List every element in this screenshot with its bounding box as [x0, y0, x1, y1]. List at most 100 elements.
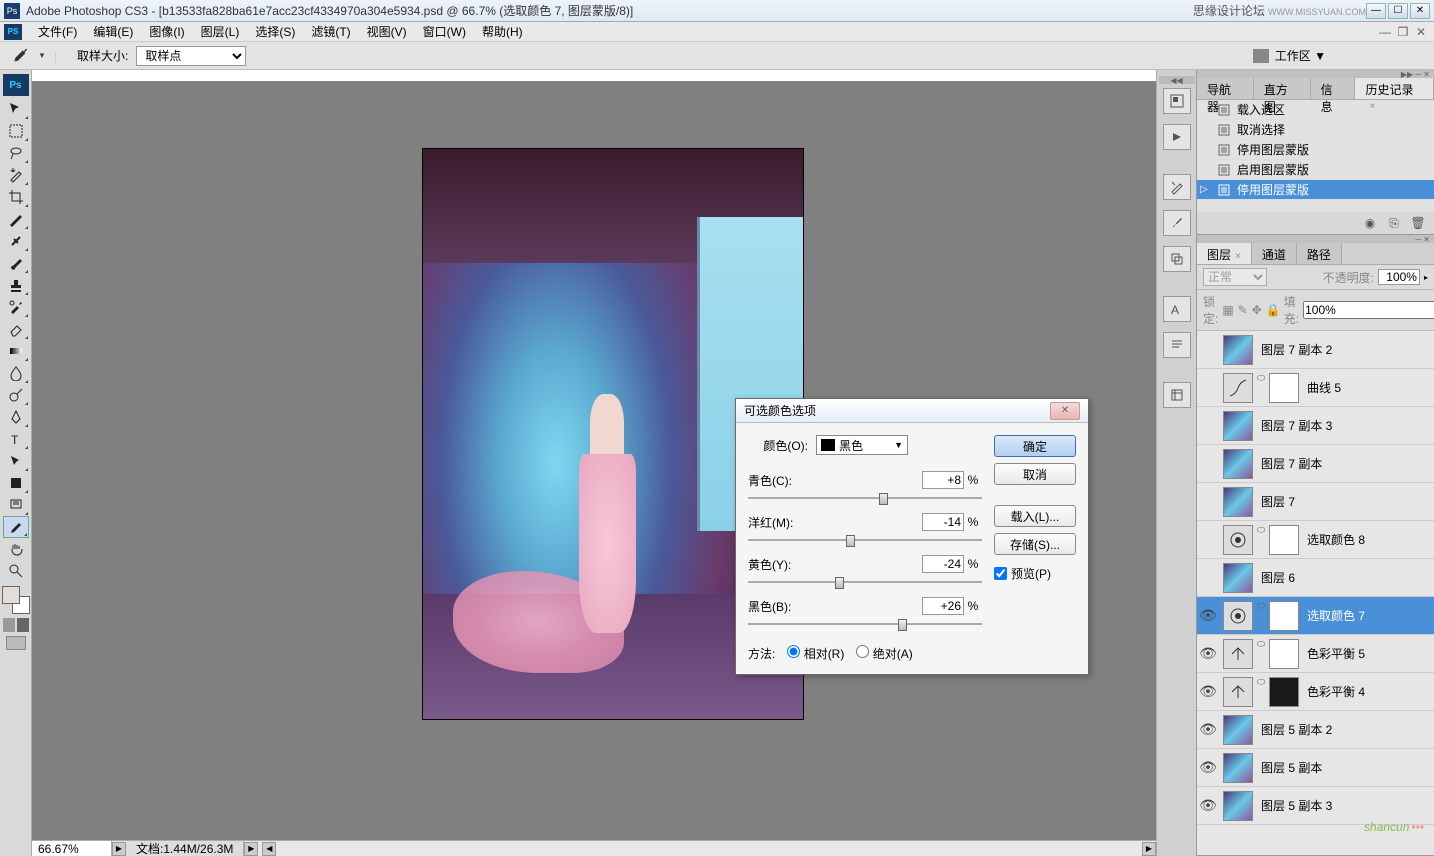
quickmask-toggle[interactable] [3, 618, 29, 632]
menu-layer[interactable]: 图层(L) [193, 23, 248, 40]
dock-actions-icon[interactable] [1163, 124, 1191, 150]
menu-image[interactable]: 图像(I) [141, 23, 192, 40]
layer-name[interactable]: 图层 7 副本 2 [1257, 341, 1434, 358]
layer-row[interactable]: ⬭曲线 5 [1197, 369, 1434, 407]
layer-thumb[interactable] [1223, 335, 1253, 365]
menu-select[interactable]: 选择(S) [247, 23, 303, 40]
ruler-horizontal[interactable] [32, 70, 1156, 82]
doc-restore[interactable]: ❐ [1394, 25, 1412, 39]
lock-transparency-icon[interactable]: ▦ [1222, 303, 1233, 317]
layer-name[interactable]: 图层 7 副本 3 [1257, 417, 1434, 434]
panels-collapse[interactable]: ▶▶ ─ ✕ [1197, 70, 1434, 78]
dock-layer-comps-icon[interactable] [1163, 382, 1191, 408]
opacity-input[interactable] [1378, 269, 1420, 285]
zoom-level[interactable]: 66.67% [32, 841, 112, 856]
mask-thumb[interactable] [1269, 525, 1299, 555]
layer-name[interactable]: 图层 5 副本 [1257, 759, 1434, 776]
layer-name[interactable]: 图层 5 副本 2 [1257, 721, 1434, 738]
layer-row[interactable]: 图层 6 [1197, 559, 1434, 597]
doc-info[interactable]: 文档:1.44M/26.3M [126, 841, 244, 856]
layer-thumb[interactable] [1223, 487, 1253, 517]
ok-button[interactable]: 确定 [994, 435, 1076, 457]
slider-value[interactable] [922, 597, 964, 615]
sample-size-select[interactable]: 取样点 [136, 46, 246, 66]
mask-thumb[interactable] [1269, 639, 1299, 669]
preview-checkbox[interactable]: 预览(P) [994, 565, 1076, 582]
history-item[interactable]: 载入选区 [1197, 100, 1434, 120]
layer-row[interactable]: ⬭选取颜色 8 [1197, 521, 1434, 559]
slider-track[interactable] [748, 491, 982, 507]
lasso-tool[interactable] [3, 142, 29, 164]
layer-thumb[interactable] [1223, 677, 1253, 707]
tab-paths[interactable]: 路径 [1297, 243, 1342, 264]
layer-name[interactable]: 图层 5 副本 3 [1257, 797, 1434, 814]
mask-thumb[interactable] [1269, 373, 1299, 403]
tab-channels[interactable]: 通道 [1252, 243, 1297, 264]
slider-value[interactable] [922, 555, 964, 573]
lock-all-icon[interactable]: 🔒 [1266, 303, 1280, 317]
doc-minimize[interactable]: — [1376, 25, 1394, 39]
tool-dropdown-icon[interactable]: ▼ [38, 51, 46, 60]
layer-name[interactable]: 色彩平衡 4 [1303, 683, 1434, 700]
dock-brushes-icon[interactable] [1163, 210, 1191, 236]
menu-help[interactable]: 帮助(H) [474, 23, 531, 40]
history-item[interactable]: ▷停用图层蒙版 [1197, 180, 1434, 200]
slider-track[interactable] [748, 617, 982, 633]
type-tool[interactable]: T [3, 428, 29, 450]
slider-value[interactable] [922, 471, 964, 489]
eyedropper-tool[interactable] [3, 516, 29, 538]
layer-name[interactable]: 图层 7 [1257, 493, 1434, 510]
history-new-icon[interactable]: ⎘ [1386, 216, 1402, 230]
layer-thumb[interactable] [1223, 449, 1253, 479]
cancel-button[interactable]: 取消 [994, 463, 1076, 485]
lock-position-icon[interactable]: ✥ [1252, 303, 1262, 317]
history-brush-tool[interactable] [3, 296, 29, 318]
dock-expand[interactable]: ◀◀ [1159, 76, 1195, 84]
visibility-toggle[interactable]: 👁 [1197, 683, 1219, 700]
layer-thumb[interactable] [1223, 525, 1253, 555]
layer-thumb[interactable] [1223, 791, 1253, 821]
marquee-tool[interactable] [3, 120, 29, 142]
layer-name[interactable]: 色彩平衡 5 [1303, 645, 1434, 662]
slider-thumb[interactable] [879, 493, 888, 505]
dock-navigator-icon[interactable] [1163, 88, 1191, 114]
visibility-toggle[interactable]: 👁 [1197, 607, 1219, 624]
layer-thumb[interactable] [1223, 373, 1253, 403]
tab-layers[interactable]: 图层× [1197, 243, 1252, 264]
tab-info[interactable]: 信息 [1311, 78, 1356, 99]
stamp-tool[interactable] [3, 274, 29, 296]
close-button[interactable]: ✕ [1410, 3, 1430, 19]
maximize-button[interactable]: ☐ [1388, 3, 1408, 19]
fill-input[interactable] [1303, 301, 1434, 319]
method-relative[interactable]: 相对(R) [787, 645, 844, 662]
layer-thumb[interactable] [1223, 601, 1253, 631]
visibility-toggle[interactable]: 👁 [1197, 721, 1219, 738]
save-button[interactable]: 存储(S)... [994, 533, 1076, 555]
history-item[interactable]: 停用图层蒙版 [1197, 140, 1434, 160]
color-select[interactable]: 黑色 ▼ [816, 435, 908, 455]
blend-mode-select[interactable]: 正常 [1203, 268, 1267, 286]
dock-character-icon[interactable]: A [1163, 296, 1191, 322]
layer-row[interactable]: 👁图层 5 副本 [1197, 749, 1434, 787]
dialog-titlebar[interactable]: 可选颜色选项 ✕ [736, 399, 1088, 423]
visibility-toggle[interactable]: 👁 [1197, 645, 1219, 662]
foreground-color[interactable] [2, 586, 20, 604]
layer-thumb[interactable] [1223, 563, 1253, 593]
color-swatches[interactable] [2, 586, 30, 614]
workspace-selector[interactable]: 工作区 ▼ [1253, 47, 1326, 64]
layer-name[interactable]: 曲线 5 [1303, 379, 1434, 396]
history-delete-icon[interactable]: 🗑 [1410, 216, 1426, 230]
layer-row[interactable]: 👁⬭选取颜色 7 [1197, 597, 1434, 635]
menu-view[interactable]: 视图(V) [359, 23, 415, 40]
slider-thumb[interactable] [835, 577, 844, 589]
dock-paragraph-icon[interactable] [1163, 332, 1191, 358]
doc-close[interactable]: ✕ [1412, 25, 1430, 39]
layer-row[interactable]: 👁⬭色彩平衡 4 [1197, 673, 1434, 711]
layer-name[interactable]: 图层 6 [1257, 569, 1434, 586]
layer-row[interactable]: 图层 7 副本 [1197, 445, 1434, 483]
layer-name[interactable]: 图层 7 副本 [1257, 455, 1434, 472]
layer-row[interactable]: 图层 7 副本 2 [1197, 331, 1434, 369]
minimize-button[interactable]: — [1366, 3, 1386, 19]
history-snapshot-icon[interactable]: ◉ [1362, 216, 1378, 230]
hand-tool[interactable] [3, 538, 29, 560]
